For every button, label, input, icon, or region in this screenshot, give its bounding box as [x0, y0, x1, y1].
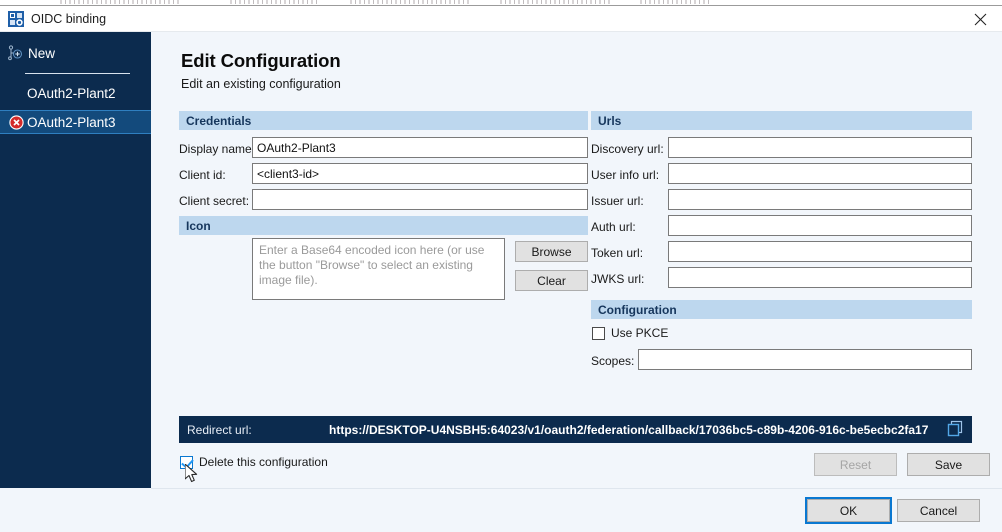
sidebar-item-label: OAuth2-Plant2 [27, 85, 116, 101]
main-panel: Edit Configuration Edit an existing conf… [151, 32, 1002, 532]
token-url-label: Token url: [591, 246, 644, 260]
sidebar-divider [25, 73, 130, 74]
checkbox-box [180, 455, 193, 469]
section-header-configuration: Configuration [591, 300, 972, 319]
title-bar: OIDC binding [0, 6, 1002, 32]
issuer-url-label: Issuer url: [591, 194, 644, 208]
page-subtitle: Edit an existing configuration [181, 77, 341, 91]
ok-button[interactable]: OK [807, 499, 890, 522]
icon-base64-input[interactable]: Enter a Base64 encoded icon here (or use… [252, 238, 505, 300]
oidc-binding-icon [8, 11, 24, 27]
client-id-input[interactable] [252, 163, 588, 184]
redirect-url-bar: Redirect url: https://DESKTOP-U4NSBH5:64… [179, 416, 972, 443]
auth-url-input[interactable] [668, 215, 972, 236]
discovery-url-label: Discovery url: [591, 142, 664, 156]
cancel-button[interactable]: Cancel [897, 499, 980, 522]
use-pkce-checkbox[interactable]: Use PKCE [592, 326, 668, 340]
sidebar-item-label: OAuth2-Plant3 [27, 114, 116, 130]
client-id-label: Client id: [179, 168, 226, 182]
redirect-url-value: https://DESKTOP-U4NSBH5:64023/v1/oauth2/… [329, 422, 929, 437]
user-info-url-input[interactable] [668, 163, 972, 184]
client-secret-input[interactable] [252, 189, 588, 210]
auth-url-label: Auth url: [591, 220, 636, 234]
window-title: OIDC binding [31, 12, 107, 26]
list-bullet-placeholder [5, 82, 27, 104]
jwks-url-input[interactable] [668, 267, 972, 288]
delete-configuration-label: Delete this configuration [199, 455, 328, 469]
checkbox-box [592, 326, 605, 340]
scopes-label: Scopes: [591, 354, 635, 368]
scopes-input[interactable] [638, 349, 972, 370]
user-info-url-label: User info url: [591, 168, 660, 182]
discovery-url-input[interactable] [668, 137, 972, 158]
page-title: Edit Configuration [181, 50, 341, 71]
oidc-binding-window: OIDC binding New OAuth2-Plant2 OAuth2-Pl… [0, 0, 1002, 532]
new-node-icon [5, 42, 27, 64]
use-pkce-label: Use PKCE [611, 326, 669, 340]
delete-configuration-checkbox[interactable]: Delete this configuration [180, 455, 328, 469]
client-secret-label: Client secret: [179, 194, 250, 208]
save-button[interactable]: Save [907, 453, 990, 476]
section-header-credentials: Credentials [179, 111, 588, 130]
sidebar: New OAuth2-Plant2 OAuth2-Plant3 [0, 32, 151, 488]
sidebar-new-label: New [28, 45, 56, 61]
sidebar-item-oauth2-plant2[interactable]: OAuth2-Plant2 [0, 81, 151, 105]
sidebar-item-oauth2-plant3[interactable]: OAuth2-Plant3 [0, 110, 151, 134]
token-url-input[interactable] [668, 241, 972, 262]
close-icon[interactable] [958, 6, 1002, 32]
error-delete-icon [5, 111, 27, 133]
display-name-input[interactable] [252, 137, 588, 158]
redirect-url-label: Redirect url: [187, 422, 252, 437]
jwks-url-label: JWKS url: [591, 272, 645, 286]
clear-button[interactable]: Clear [515, 270, 588, 291]
sidebar-item-new[interactable]: New [0, 40, 151, 66]
issuer-url-input[interactable] [668, 189, 972, 210]
footer-divider [151, 488, 1002, 489]
section-header-urls: Urls [591, 111, 972, 130]
reset-button[interactable]: Reset [814, 453, 897, 476]
display-name-label: Display name: [179, 142, 256, 156]
browse-button[interactable]: Browse [515, 241, 588, 262]
section-header-icon: Icon [179, 216, 588, 235]
copy-icon[interactable] [946, 420, 964, 438]
